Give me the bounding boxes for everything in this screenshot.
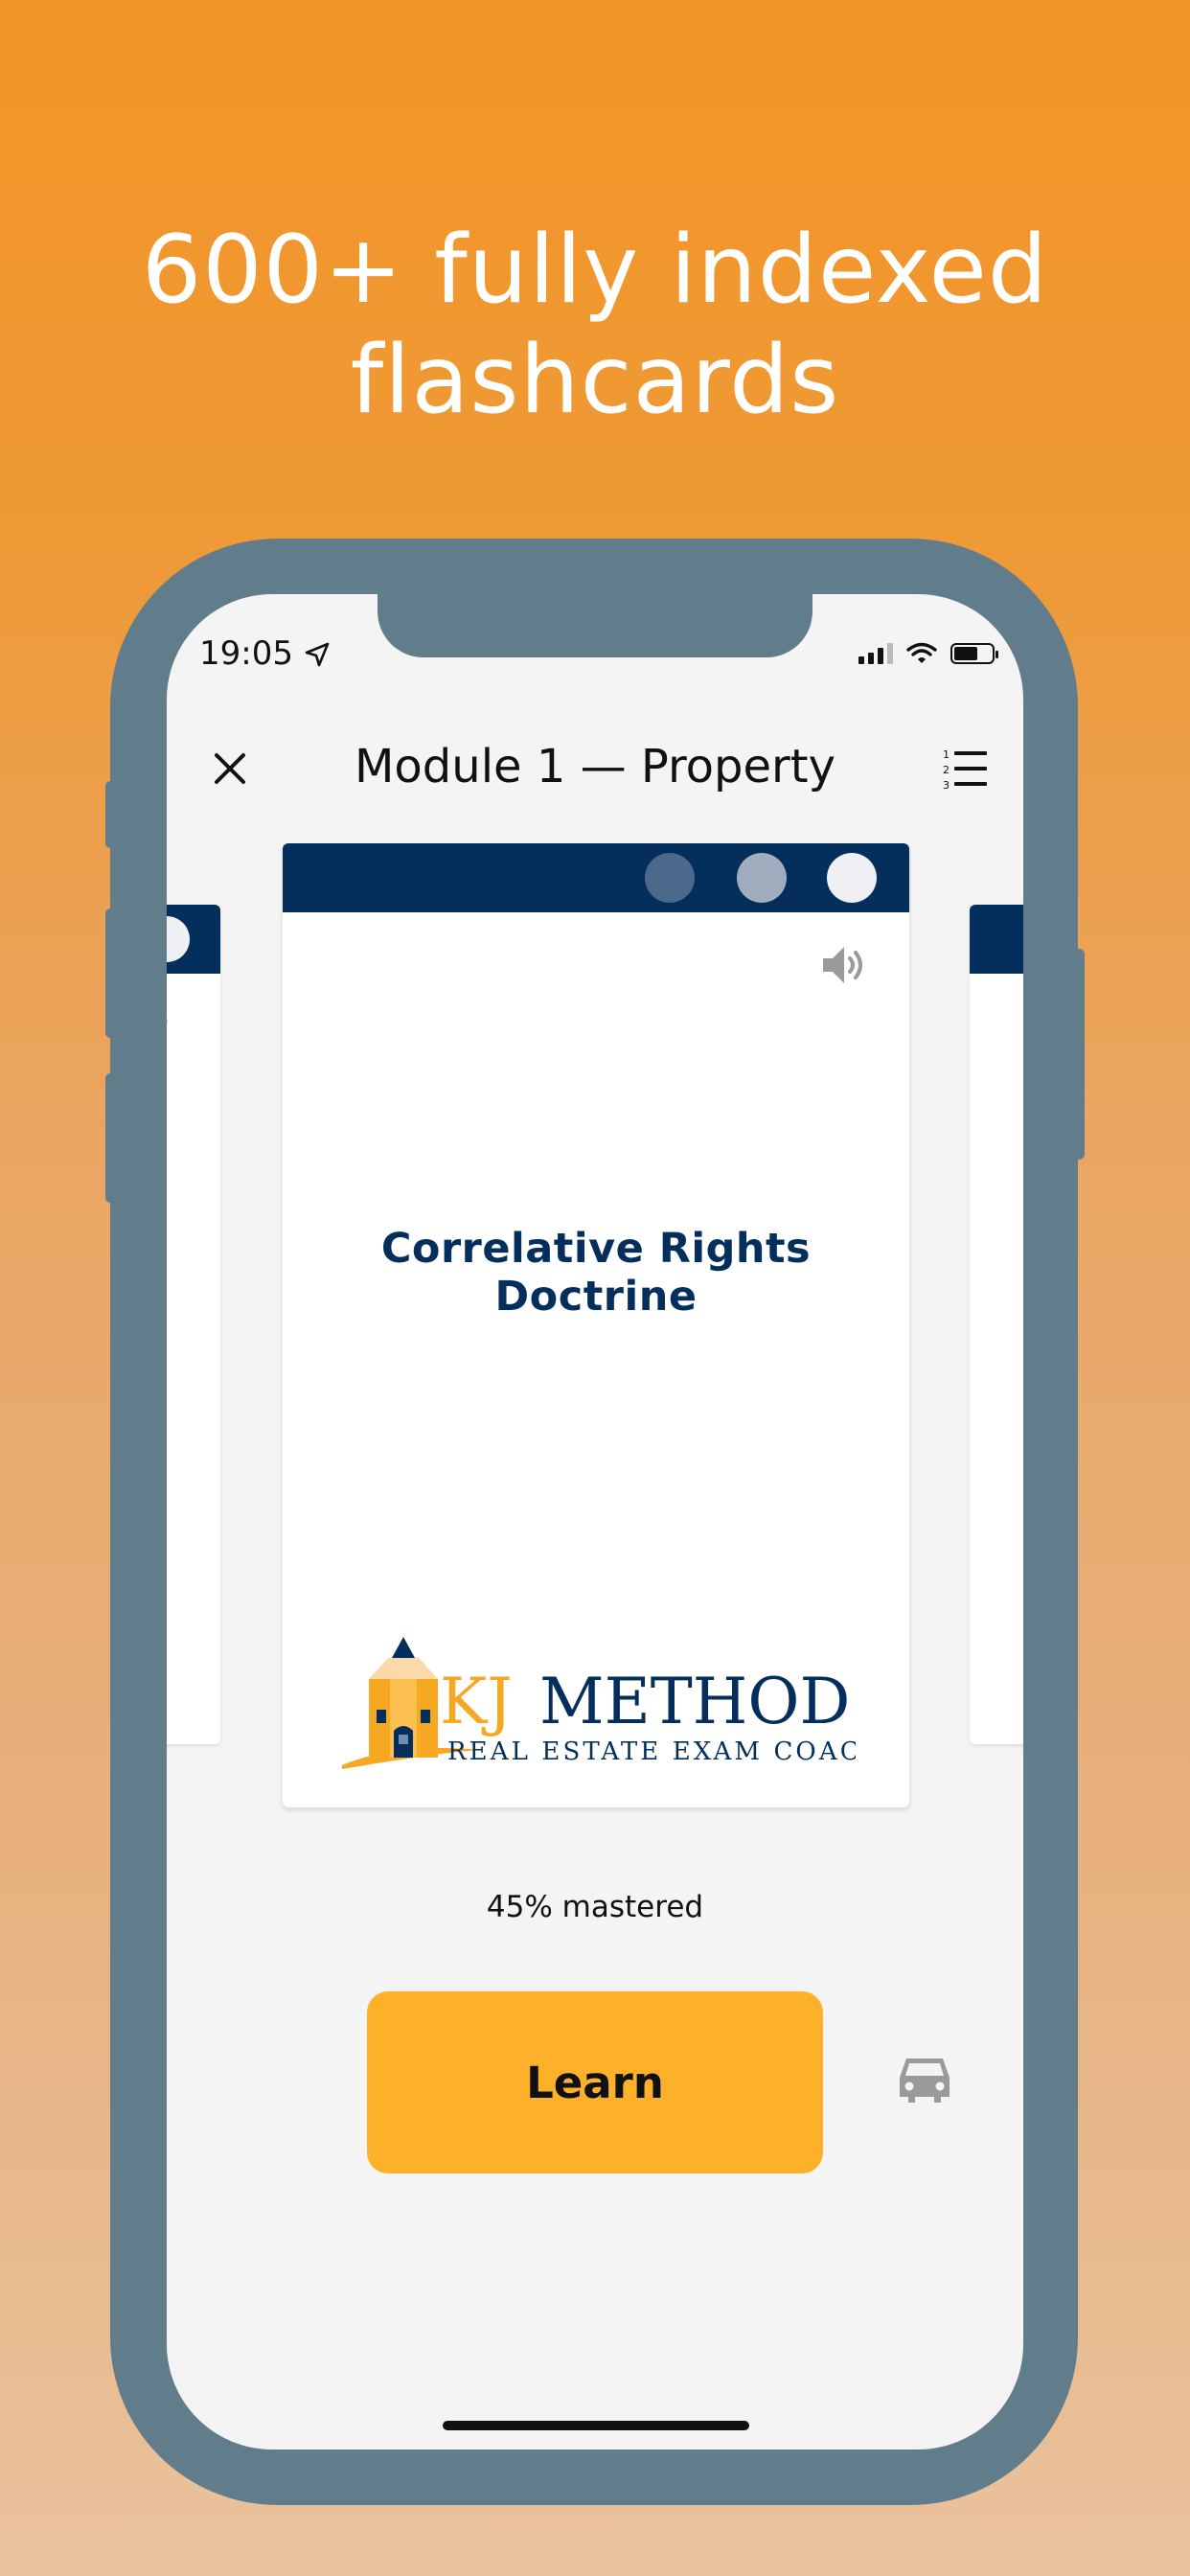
wifi-icon <box>906 642 937 663</box>
location-arrow-icon <box>305 642 330 667</box>
card-dot <box>645 853 695 903</box>
svg-text:1: 1 <box>943 748 950 761</box>
svg-text:3: 3 <box>943 779 950 790</box>
flashcard-term: Correlative Rights Doctrine <box>380 1225 812 1321</box>
logo-tagline: REAL ESTATE EXAM COACH <box>447 1737 856 1766</box>
headline-line-1: 600+ fully indexed <box>141 216 1049 325</box>
phone-screen: 19:05 Module 1 — Property 1 2 3 Correlat… <box>167 594 1023 2450</box>
card-dot <box>827 853 877 903</box>
card-header-bar <box>970 905 1023 974</box>
battery-icon <box>950 643 998 664</box>
next-flashcard[interactable] <box>970 905 1023 1744</box>
pencil-tip <box>392 1637 415 1658</box>
headline: 600+ fully indexed flashcards <box>0 216 1190 436</box>
flashcard[interactable]: Correlative Rights Doctrine KJ METHOD RE… <box>283 843 909 1807</box>
speaker-icon[interactable] <box>819 941 871 989</box>
kj-method-logo: KJ METHOD REAL ESTATE EXAM COACH <box>342 1637 856 1769</box>
speaker-icon <box>167 1018 168 1025</box>
card-header-bar <box>283 843 909 912</box>
logo-brand-prefix: KJ <box>440 1665 513 1738</box>
mastered-progress-text: 45% mastered <box>486 1890 704 1924</box>
card-dot <box>737 853 787 903</box>
numbered-list-icon[interactable]: 1 2 3 <box>943 748 989 790</box>
cellular-signal-icon <box>858 643 893 664</box>
logo-brand-name: METHOD <box>539 1665 850 1738</box>
svg-text:2: 2 <box>943 764 950 776</box>
previous-flashcard[interactable] <box>167 905 220 1744</box>
nav-title: Module 1 — Property <box>355 740 835 794</box>
learn-button[interactable]: Learn <box>367 1991 823 2174</box>
status-icons <box>858 642 998 665</box>
headline-line-2: flashcards <box>350 326 840 435</box>
status-time: 19:05 <box>199 634 293 673</box>
phone-notch <box>378 594 812 657</box>
home-indicator[interactable] <box>443 2421 749 2430</box>
car-icon[interactable] <box>895 2053 954 2108</box>
